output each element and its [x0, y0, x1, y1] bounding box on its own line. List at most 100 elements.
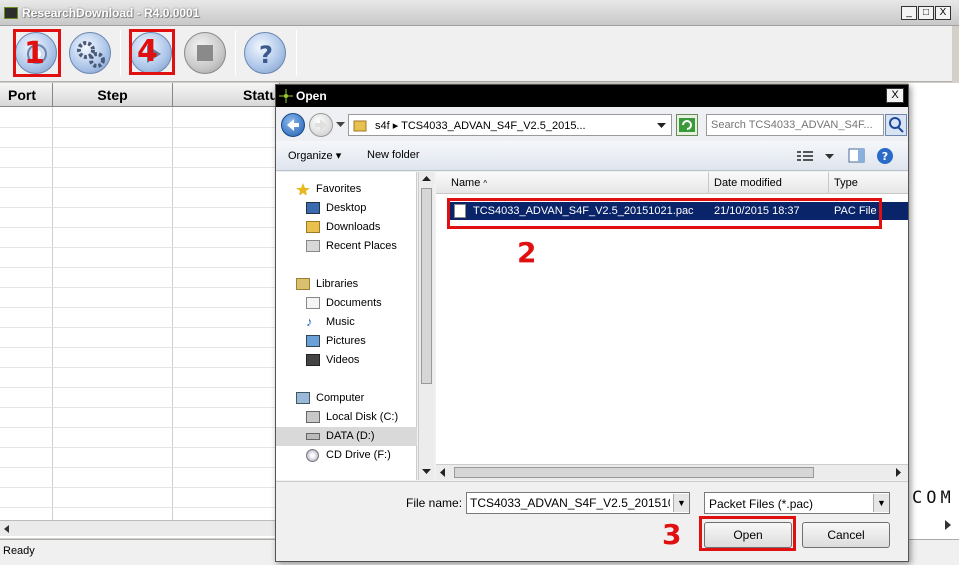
nav-label: CD Drive (F:) [326, 449, 391, 461]
toolbar-separator [120, 30, 121, 76]
navigation-scrollbar[interactable] [418, 172, 434, 480]
grid-row-line [0, 287, 280, 288]
grid-row-line [0, 227, 280, 228]
scroll-left-arrow-icon[interactable] [2, 524, 12, 534]
preview-pane-icon[interactable] [848, 148, 866, 164]
forward-arrow-icon [315, 119, 327, 131]
nav-computer[interactable]: Computer [276, 389, 417, 408]
grid-column [0, 107, 53, 523]
folder-icon [353, 120, 367, 132]
nav-libraries[interactable]: Libraries [276, 275, 417, 294]
scroll-up-arrow-icon[interactable] [422, 176, 431, 182]
grid-header: Port Step Statu [0, 83, 280, 107]
grid-row-line [0, 207, 280, 208]
grid-row-line [0, 487, 280, 488]
new-folder-button[interactable]: New folder [367, 149, 420, 161]
nav-recent-places[interactable]: Recent Places [276, 237, 417, 256]
refresh-button[interactable] [676, 114, 698, 136]
nav-downloads[interactable]: Downloads [276, 218, 417, 237]
navigation-pane: Favorites Desktop Downloads Recent Place… [276, 172, 417, 480]
address-bar[interactable]: s4f ▸ TCS4033_ADVAN_S4F_V2.5_2015... [348, 114, 672, 136]
grid-row-line [0, 307, 280, 308]
toolbar-separator [235, 30, 236, 76]
search-button[interactable] [885, 114, 907, 136]
nav-videos[interactable]: Videos [276, 351, 417, 370]
nav-cd-drive-f[interactable]: CD Drive (F:) [276, 446, 417, 465]
step-3-highlight [699, 516, 796, 551]
documents-icon [306, 297, 320, 309]
recent-locations-chevron-icon[interactable] [336, 122, 345, 128]
nav-local-disk-c[interactable]: Local Disk (C:) [276, 408, 417, 427]
computer-icon [296, 392, 310, 404]
nav-pictures[interactable]: Pictures [276, 332, 417, 351]
navigation-scroll-thumb[interactable] [421, 188, 432, 384]
file-type-value: Packet Files (*.pac) [709, 497, 814, 511]
scroll-right-arrow-icon[interactable] [896, 468, 902, 477]
file-name-combobox[interactable]: ▼ [466, 492, 690, 514]
stop-button[interactable] [182, 30, 228, 76]
dialog-title-bar: Open X [276, 85, 908, 107]
address-dropdown-icon[interactable] [657, 123, 666, 129]
forward-button[interactable] [309, 113, 333, 137]
address-row: s4f ▸ TCS4033_ADVAN_S4F_V2.5_2015... [276, 107, 908, 141]
status-text: Ready [3, 545, 35, 557]
background-brand-text: COM [912, 488, 955, 508]
nav-label: Recent Places [326, 240, 397, 252]
help-icon[interactable]: ? [876, 147, 894, 165]
settings-button[interactable] [67, 30, 113, 76]
back-button[interactable] [281, 113, 305, 137]
file-list-header: Name ^ Date modified Type [436, 172, 908, 194]
view-options-icon[interactable] [797, 149, 815, 163]
close-button[interactable]: X [935, 6, 951, 20]
file-list-horizontal-scrollbar[interactable] [436, 464, 908, 480]
cancel-button[interactable]: Cancel [802, 522, 890, 548]
minimize-button[interactable]: _ [901, 6, 917, 20]
column-step[interactable]: Step [53, 83, 173, 107]
grid-row-line [0, 427, 280, 428]
toolbar-separator [296, 30, 297, 76]
scroll-left-arrow-icon[interactable] [440, 468, 446, 477]
chevron-down-icon: ▾ [335, 150, 342, 162]
refresh-icon [679, 118, 695, 132]
dialog-sparkle-icon [279, 89, 293, 103]
downloads-folder-icon [306, 221, 320, 233]
help-button[interactable]: ? [242, 30, 288, 76]
column-type[interactable]: Type [829, 172, 908, 194]
command-bar: Organize ▾ New folder ? [276, 141, 908, 171]
file-list-scroll-thumb[interactable] [454, 467, 814, 478]
maximize-button[interactable]: □ [918, 6, 934, 20]
breadcrumb-separator: ▸ [392, 120, 402, 132]
chevron-down-icon[interactable]: ▼ [673, 494, 689, 512]
column-port[interactable]: Port [0, 83, 53, 107]
search-box[interactable] [706, 114, 884, 136]
column-status[interactable]: Statu [173, 83, 280, 107]
nav-favorites[interactable]: Favorites [276, 180, 417, 199]
grid-row-line [0, 447, 280, 448]
views-dropdown-icon[interactable] [825, 154, 834, 160]
grid-row-line [0, 187, 280, 188]
grid-row-line [0, 167, 280, 168]
column-name[interactable]: Name ^ [446, 172, 709, 194]
breadcrumb-current[interactable]: TCS4033_ADVAN_S4F_V2.5_2015... [401, 120, 585, 132]
scroll-right-arrow-icon[interactable] [942, 519, 954, 531]
app-title: ResearchDownload - R4.0.0001 [22, 6, 200, 20]
nav-label: Videos [326, 354, 360, 366]
file-name-input[interactable] [467, 493, 672, 513]
dialog-close-button[interactable]: X [886, 88, 904, 103]
organize-label: Organize [288, 150, 333, 162]
column-date-modified[interactable]: Date modified [709, 172, 829, 194]
address-path: s4f ▸ TCS4033_ADVAN_S4F_V2.5_2015... [375, 119, 586, 132]
nav-data-d[interactable]: DATA (D:) [276, 427, 417, 446]
chevron-down-icon[interactable]: ▼ [873, 494, 889, 512]
svg-text:?: ? [259, 41, 273, 69]
nav-music[interactable]: ♪ Music [276, 313, 417, 332]
file-type-select[interactable]: Packet Files (*.pac) ▼ [704, 492, 890, 514]
nav-documents[interactable]: Documents [276, 294, 417, 313]
organize-menu[interactable]: Organize ▾ [288, 149, 341, 162]
grid-row-line [0, 347, 280, 348]
scroll-down-arrow-icon[interactable] [422, 469, 431, 475]
breadcrumb-s4f[interactable]: s4f [375, 120, 390, 132]
grid-horizontal-scrollbar[interactable] [0, 520, 280, 536]
nav-desktop[interactable]: Desktop [276, 199, 417, 218]
search-input[interactable] [707, 115, 883, 135]
